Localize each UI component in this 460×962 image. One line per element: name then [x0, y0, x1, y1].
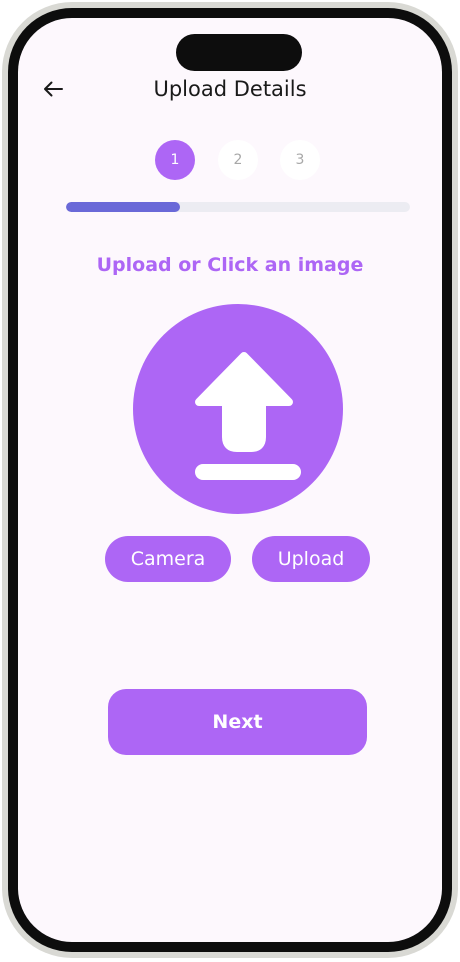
page-title: Upload Details [153, 77, 307, 101]
progress-bar-fill [66, 202, 180, 212]
camera-button[interactable]: Camera [105, 536, 231, 582]
dynamic-island [176, 34, 302, 71]
upload-arrow-icon [195, 352, 301, 480]
progress-bar [66, 202, 410, 212]
next-button[interactable]: Next [108, 689, 367, 755]
upload-prompt: Upload or Click an image [96, 254, 364, 276]
step-indicator-3[interactable]: 3 [280, 140, 320, 180]
step-indicator-1[interactable]: 1 [155, 140, 195, 180]
device-frame: Upload Details 1 2 3 Upload or Click an … [8, 8, 452, 952]
upload-button[interactable]: Upload [252, 536, 370, 582]
upload-area-button[interactable] [133, 304, 343, 514]
app-screen: Upload Details 1 2 3 Upload or Click an … [18, 18, 442, 942]
device-bezel: Upload Details 1 2 3 Upload or Click an … [2, 2, 458, 958]
step-indicator-2[interactable]: 2 [218, 140, 258, 180]
